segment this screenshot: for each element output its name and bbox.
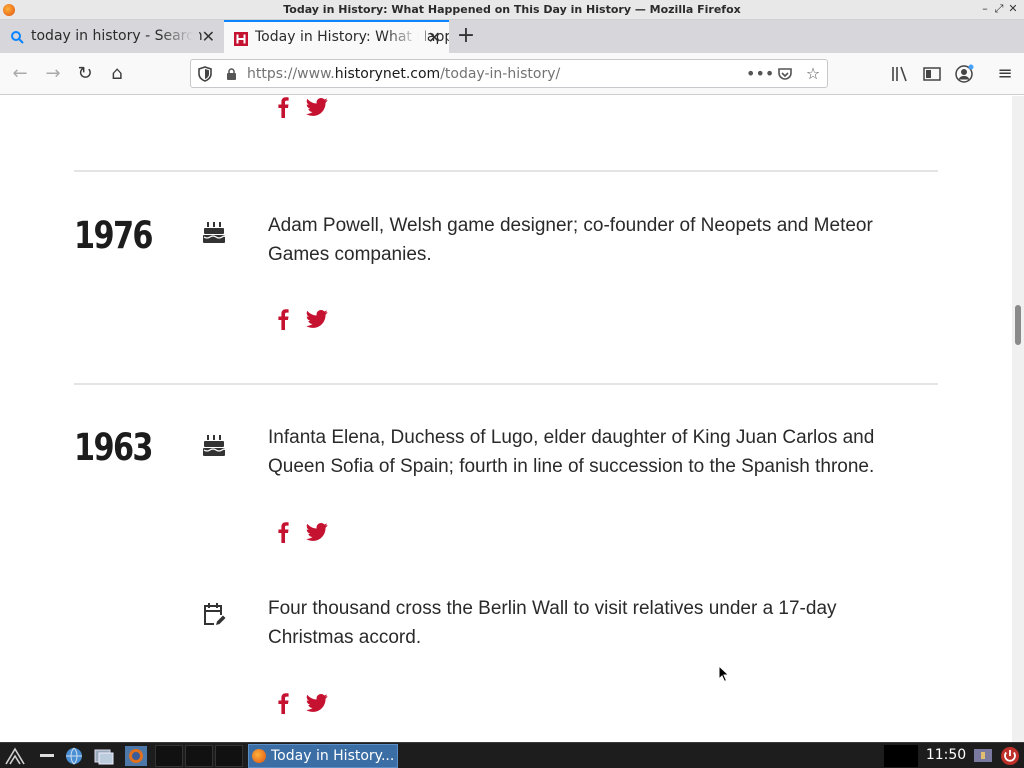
window-titlebar: Today in History: What Happened on This … [0, 0, 1024, 20]
user-session-icon[interactable] [972, 746, 994, 766]
lock-icon[interactable] [226, 68, 237, 80]
taskbar-task-label: Today in History... [271, 748, 395, 764]
home-button[interactable]: ⌂ [105, 62, 129, 86]
workspace-2[interactable] [185, 745, 213, 767]
facebook-icon[interactable] [276, 308, 290, 330]
sidebar-icon[interactable] [920, 62, 944, 86]
url-bar[interactable]: https://www.historynet.com/today-in-hist… [190, 59, 828, 88]
twitter-icon[interactable] [306, 308, 328, 330]
share-links [276, 308, 336, 330]
window-title: Today in History: What Happened on This … [283, 3, 741, 16]
entry-divider [74, 383, 938, 385]
event-text: Four thousand cross the Berlin Wall to v… [268, 598, 837, 648]
pocket-icon[interactable] [774, 63, 796, 85]
library-icon[interactable] [888, 62, 912, 86]
os-taskbar: Today in History... 11:50 [0, 742, 1024, 768]
tab-search[interactable]: today in history - Search ✕ [0, 20, 223, 53]
event-year: 1963 [74, 426, 154, 469]
url-text[interactable]: https://www.historynet.com/today-in-hist… [247, 66, 560, 82]
bookmark-star-icon[interactable]: ☆ [802, 63, 824, 85]
page-content: 1976 Adam Powell, Welsh game designer; c… [0, 96, 1012, 742]
twitter-icon[interactable] [306, 521, 328, 543]
maximize-icon[interactable]: ⤢ [992, 2, 1006, 16]
share-links [276, 521, 336, 543]
firefox-icon [252, 749, 266, 763]
event-text: Adam Powell, Welsh game designer; co-fou… [268, 215, 873, 265]
mouse-cursor-icon [718, 665, 730, 683]
event-year: 1976 [74, 214, 154, 257]
tray-area [884, 745, 918, 767]
start-menu-icon[interactable] [4, 746, 26, 766]
back-button[interactable]: ← [8, 62, 32, 86]
vertical-scrollbar[interactable] [1012, 96, 1024, 742]
network-globe-icon[interactable] [63, 746, 85, 766]
event-text: Infanta Elena, Duchess of Lugo, elder da… [268, 427, 875, 477]
power-icon[interactable] [999, 746, 1021, 766]
workspace-1[interactable] [155, 745, 183, 767]
facebook-icon[interactable] [276, 96, 290, 118]
calendar-edit-icon [204, 603, 226, 625]
account-icon[interactable] [952, 62, 976, 86]
page-actions-icon[interactable]: ••• [746, 63, 774, 85]
entry-divider [74, 170, 938, 172]
facebook-icon[interactable] [276, 521, 290, 543]
birthday-cake-icon [203, 435, 226, 456]
file-manager-icon[interactable] [93, 746, 115, 766]
close-window-icon[interactable]: ✕ [1006, 2, 1020, 16]
reload-button[interactable]: ↻ [73, 62, 97, 86]
share-links [276, 96, 336, 118]
historynet-logo-icon [234, 32, 248, 46]
tab-bar: today in history - Search ✕ Today in His… [0, 20, 1024, 53]
forward-button[interactable]: → [41, 62, 65, 86]
navigation-toolbar: ← → ↻ ⌂ https://www.historynet.com/today… [0, 53, 1024, 95]
twitter-icon[interactable] [306, 692, 328, 714]
minimize-icon[interactable]: – [978, 2, 992, 16]
facebook-icon[interactable] [276, 692, 290, 714]
firefox-launcher-icon[interactable] [125, 746, 147, 766]
menu-hamburger-icon[interactable]: ≡ [993, 62, 1017, 86]
taskbar-task-firefox[interactable]: Today in History... [248, 744, 398, 768]
new-tab-button[interactable]: + [455, 20, 477, 53]
twitter-icon[interactable] [306, 96, 328, 118]
share-links [276, 692, 336, 714]
workspace-3[interactable] [215, 745, 243, 767]
tab-today-in-history[interactable]: Today in History: What Happened on This … [224, 20, 449, 53]
search-icon [11, 31, 24, 44]
close-tab-icon[interactable]: ✕ [428, 22, 441, 53]
tracking-protection-shield-icon[interactable] [198, 66, 212, 82]
scrollbar-thumb[interactable] [1015, 305, 1021, 345]
close-tab-icon[interactable]: ✕ [202, 20, 215, 53]
birthday-cake-icon [203, 222, 226, 243]
show-desktop-icon[interactable] [36, 746, 58, 766]
clock[interactable]: 11:50 [922, 743, 970, 768]
